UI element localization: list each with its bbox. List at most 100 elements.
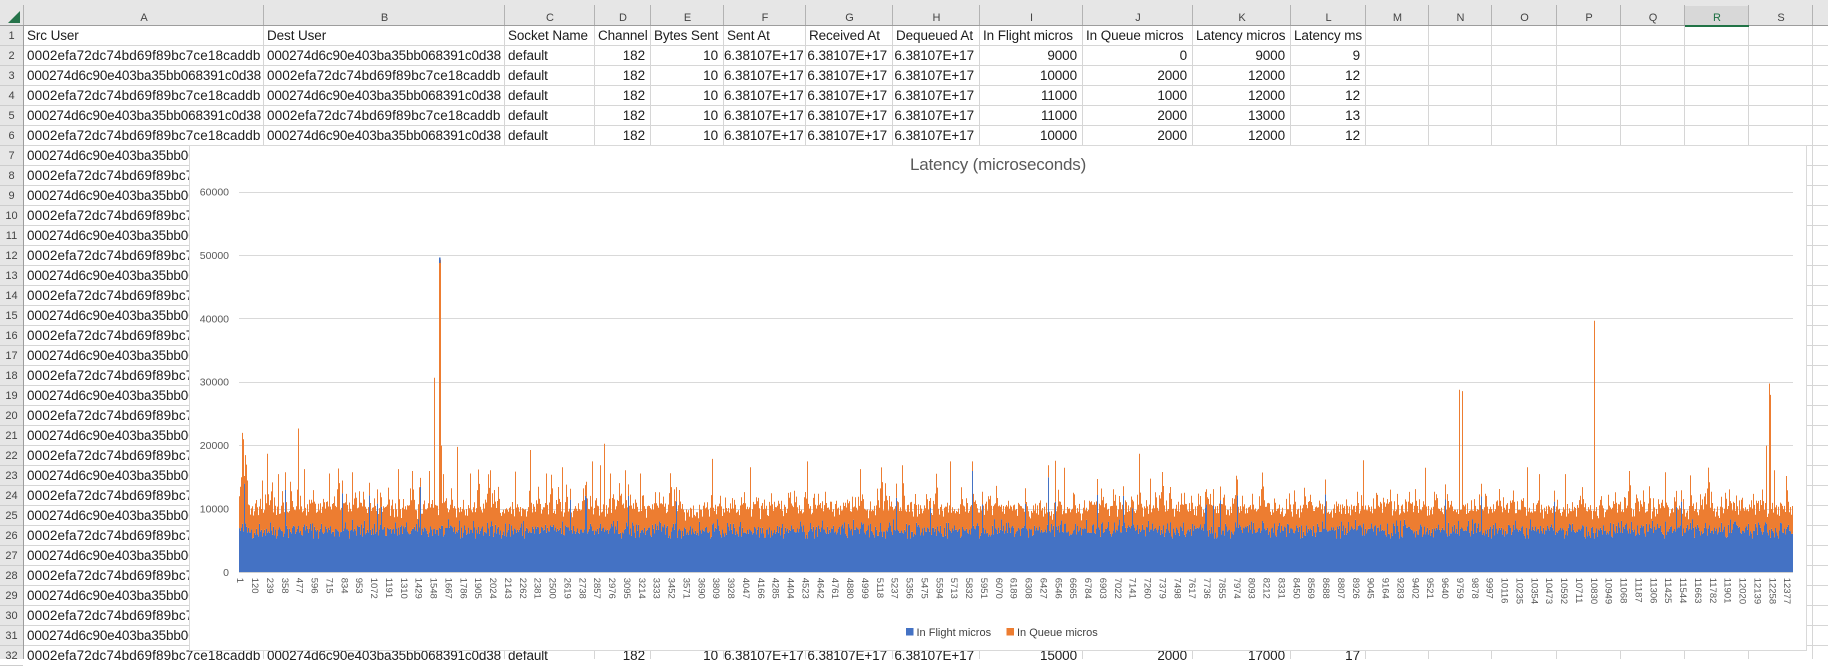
svg-text:12258: 12258 <box>1766 578 1777 604</box>
svg-text:8212: 8212 <box>1261 578 1272 599</box>
svg-text:1310: 1310 <box>398 578 409 599</box>
svg-text:11782: 11782 <box>1707 578 1718 604</box>
svg-text:4047: 4047 <box>740 578 751 599</box>
svg-text:5594: 5594 <box>933 578 944 599</box>
svg-text:4404: 4404 <box>785 578 796 599</box>
svg-text:8688: 8688 <box>1320 578 1331 599</box>
svg-text:7379: 7379 <box>1156 578 1167 599</box>
svg-text:20000: 20000 <box>200 440 229 452</box>
svg-text:11544: 11544 <box>1677 578 1688 604</box>
svg-text:358: 358 <box>279 578 290 594</box>
svg-text:1905: 1905 <box>472 578 483 599</box>
svg-text:239: 239 <box>264 578 275 594</box>
svg-text:7617: 7617 <box>1186 578 1197 599</box>
svg-text:9521: 9521 <box>1424 578 1435 599</box>
svg-text:30000: 30000 <box>200 377 229 389</box>
svg-text:8807: 8807 <box>1335 578 1346 599</box>
svg-text:6546: 6546 <box>1052 578 1063 599</box>
svg-text:10830: 10830 <box>1588 578 1599 604</box>
svg-text:5475: 5475 <box>918 578 929 599</box>
svg-text:7498: 7498 <box>1171 578 1182 599</box>
svg-text:8450: 8450 <box>1290 578 1301 599</box>
svg-text:4761: 4761 <box>829 578 840 599</box>
svg-text:12139: 12139 <box>1751 578 1762 604</box>
svg-text:10354: 10354 <box>1528 578 1539 604</box>
svg-text:7855: 7855 <box>1216 578 1227 599</box>
svg-text:4999: 4999 <box>859 578 870 599</box>
svg-text:7022: 7022 <box>1112 578 1123 599</box>
svg-text:10949: 10949 <box>1603 578 1614 604</box>
svg-text:11306: 11306 <box>1647 578 1658 604</box>
svg-text:9997: 9997 <box>1484 578 1495 599</box>
svg-text:6070: 6070 <box>993 578 1004 599</box>
svg-text:2381: 2381 <box>532 578 543 599</box>
svg-text:10592: 10592 <box>1558 578 1569 604</box>
svg-text:9640: 9640 <box>1439 578 1450 599</box>
svg-text:50000: 50000 <box>200 250 229 262</box>
svg-text:3809: 3809 <box>710 578 721 599</box>
svg-text:10711: 10711 <box>1573 578 1584 604</box>
svg-text:9402: 9402 <box>1409 578 1420 599</box>
svg-text:2024: 2024 <box>487 578 498 599</box>
svg-text:6308: 6308 <box>1023 578 1034 599</box>
svg-text:12020: 12020 <box>1737 578 1748 604</box>
svg-text:2262: 2262 <box>517 578 528 599</box>
svg-text:11425: 11425 <box>1662 578 1673 604</box>
svg-text:11187: 11187 <box>1632 578 1643 603</box>
svg-text:In Flight micros: In Flight micros <box>917 627 992 639</box>
svg-text:715: 715 <box>324 578 335 594</box>
svg-text:1786: 1786 <box>457 578 468 599</box>
svg-text:5713: 5713 <box>948 578 959 599</box>
svg-text:4642: 4642 <box>814 578 825 599</box>
svg-text:40000: 40000 <box>200 313 229 325</box>
svg-text:1429: 1429 <box>413 578 424 599</box>
svg-text:5356: 5356 <box>904 578 915 599</box>
svg-text:9759: 9759 <box>1454 578 1465 599</box>
svg-text:10000: 10000 <box>200 504 229 516</box>
svg-text:6903: 6903 <box>1097 578 1108 599</box>
svg-text:8331: 8331 <box>1275 578 1286 599</box>
svg-text:4166: 4166 <box>755 578 766 599</box>
svg-text:Latency (microseconds): Latency (microseconds) <box>910 155 1086 174</box>
svg-text:5832: 5832 <box>963 578 974 599</box>
svg-text:3095: 3095 <box>621 578 632 599</box>
svg-text:8569: 8569 <box>1305 578 1316 599</box>
svg-text:2857: 2857 <box>591 578 602 599</box>
svg-text:1: 1 <box>234 578 245 583</box>
svg-text:5237: 5237 <box>889 578 900 599</box>
svg-text:60000: 60000 <box>200 187 229 199</box>
svg-text:1072: 1072 <box>368 578 379 599</box>
svg-text:4880: 4880 <box>844 578 855 599</box>
svg-text:2738: 2738 <box>576 578 587 599</box>
svg-text:7736: 7736 <box>1201 578 1212 599</box>
svg-text:6427: 6427 <box>1037 578 1048 599</box>
svg-text:6784: 6784 <box>1082 578 1093 599</box>
svg-text:10116: 10116 <box>1499 578 1510 604</box>
svg-text:1191: 1191 <box>383 578 394 598</box>
svg-text:2976: 2976 <box>606 578 617 599</box>
svg-text:11663: 11663 <box>1692 578 1703 604</box>
svg-text:0: 0 <box>223 567 229 579</box>
svg-text:953: 953 <box>353 578 364 594</box>
svg-text:3333: 3333 <box>651 578 662 599</box>
svg-text:7141: 7141 <box>1127 578 1138 599</box>
svg-text:7260: 7260 <box>1142 578 1153 599</box>
svg-text:120: 120 <box>249 578 260 594</box>
svg-text:2143: 2143 <box>502 578 513 599</box>
svg-text:596: 596 <box>309 578 320 594</box>
svg-text:5951: 5951 <box>978 578 989 599</box>
svg-text:1548: 1548 <box>428 578 439 599</box>
svg-text:In Queue micros: In Queue micros <box>1017 627 1098 639</box>
svg-text:3214: 3214 <box>636 578 647 599</box>
svg-text:7974: 7974 <box>1231 578 1242 599</box>
svg-text:11901: 11901 <box>1722 578 1733 604</box>
svg-text:1667: 1667 <box>443 578 454 599</box>
svg-text:5118: 5118 <box>874 578 885 598</box>
svg-text:8093: 8093 <box>1246 578 1257 599</box>
svg-text:9164: 9164 <box>1380 578 1391 599</box>
svg-text:4285: 4285 <box>770 578 781 599</box>
svg-text:834: 834 <box>338 578 349 594</box>
svg-text:2619: 2619 <box>562 578 573 599</box>
svg-text:9878: 9878 <box>1469 578 1480 599</box>
svg-text:477: 477 <box>294 578 305 594</box>
